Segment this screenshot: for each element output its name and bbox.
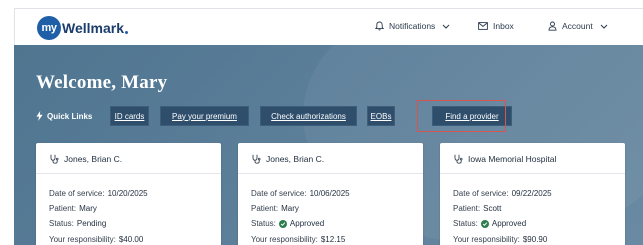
status-text: Approved [491, 219, 527, 228]
claim-card[interactable]: Jones, Brian C. Date of service: 10/06/20… [238, 143, 423, 245]
patient: Patient: Scott [453, 204, 501, 213]
status-value: Approved [480, 219, 527, 228]
status-label: Status: [453, 219, 478, 228]
date-value: 10/06/2025 [309, 189, 350, 198]
status-label: Status: [49, 219, 74, 228]
welcome-heading: Welcome, Mary [36, 72, 168, 93]
date-value: 09/22/2025 [511, 189, 552, 198]
date-value: 10/20/2025 [107, 189, 148, 198]
patient-value: Mary [281, 204, 299, 213]
person-icon [548, 21, 557, 31]
stethoscope-icon [454, 154, 463, 164]
date-label: Date of service: [453, 189, 509, 198]
patient-value: Scott [483, 204, 502, 213]
date-of-service: Date of service: 09/22/2025 [453, 189, 552, 198]
patient-label: Patient: [49, 204, 77, 213]
inbox-label: Inbox [493, 21, 514, 31]
find-provider-highlight [417, 100, 506, 132]
card-header: Jones, Brian C. [49, 154, 122, 164]
chevron-down-icon [442, 24, 450, 29]
account-label: Account [562, 21, 593, 31]
responsibility: Your responsibility: $90.90 [453, 235, 547, 244]
responsibility-label: Your responsibility: [251, 235, 318, 244]
date-label: Date of service: [49, 189, 105, 198]
provider-name: Jones, Brian C. [266, 154, 325, 164]
card-divider [36, 173, 221, 174]
top-navigation: my Wellmark Notifications Inbox Account [14, 8, 643, 45]
check-authorizations-link[interactable]: Check authorizations [260, 106, 357, 126]
logo-dot [125, 30, 128, 34]
quick-links-bar: Quick Links ID cards Pay your premium Ch… [36, 106, 512, 126]
card-header: Iowa Memorial Hospital [453, 154, 556, 164]
status: Status: Approved [453, 219, 526, 228]
stethoscope-icon [252, 154, 261, 164]
provider-name: Jones, Brian C. [64, 154, 123, 164]
responsibility-value: $90.90 [522, 235, 548, 244]
pay-premium-link[interactable]: Pay your premium [160, 106, 249, 126]
status-label: Status: [251, 219, 276, 228]
notifications-menu[interactable]: Notifications [375, 21, 450, 31]
id-cards-link[interactable]: ID cards [110, 106, 149, 126]
status-value: Approved [278, 219, 325, 228]
notifications-label: Notifications [389, 21, 436, 31]
status-text: Approved [289, 219, 325, 228]
responsibility: Your responsibility: $12.15 [251, 235, 345, 244]
patient-label: Patient: [251, 204, 279, 213]
lightning-icon [36, 111, 43, 121]
stethoscope-icon [50, 154, 59, 164]
wellmark-logo[interactable]: my Wellmark [37, 15, 128, 41]
logo-badge: my [37, 16, 61, 40]
logo-text: Wellmark [62, 20, 124, 36]
card-divider [440, 173, 625, 174]
responsibility: Your responsibility: $40.00 [49, 235, 143, 244]
responsibility-value: $12.15 [320, 235, 346, 244]
inbox-link[interactable]: Inbox [478, 21, 514, 31]
date-label: Date of service: [251, 189, 307, 198]
patient: Patient: Mary [251, 204, 299, 213]
chevron-down-icon [600, 24, 608, 29]
responsibility-label: Your responsibility: [453, 235, 520, 244]
quick-links-label: Quick Links [36, 111, 92, 121]
responsibility-value: $40.00 [118, 235, 144, 244]
date-of-service: Date of service: 10/06/2025 [251, 189, 350, 198]
patient: Patient: Mary [49, 204, 97, 213]
responsibility-label: Your responsibility: [49, 235, 116, 244]
quick-links-text: Quick Links [47, 111, 93, 121]
account-menu[interactable]: Account [548, 21, 608, 31]
bell-icon [375, 21, 384, 31]
patient-value: Mary [79, 204, 97, 213]
check-circle-icon [480, 219, 489, 228]
claim-card[interactable]: Iowa Memorial Hospital Date of service: 0… [440, 143, 625, 245]
card-header: Jones, Brian C. [251, 154, 324, 164]
mail-icon [478, 22, 488, 30]
status-value: Pending [76, 219, 107, 228]
status: Status: Approved [251, 219, 324, 228]
check-circle-icon [278, 219, 287, 228]
status: Status: Pending [49, 219, 106, 228]
claim-card[interactable]: Jones, Brian C. Date of service: 10/20/20… [36, 143, 221, 245]
patient-label: Patient: [453, 204, 481, 213]
card-divider [238, 173, 423, 174]
date-of-service: Date of service: 10/20/2025 [49, 189, 148, 198]
eobs-link[interactable]: EOBs [367, 106, 395, 126]
provider-name: Iowa Memorial Hospital [468, 154, 557, 164]
